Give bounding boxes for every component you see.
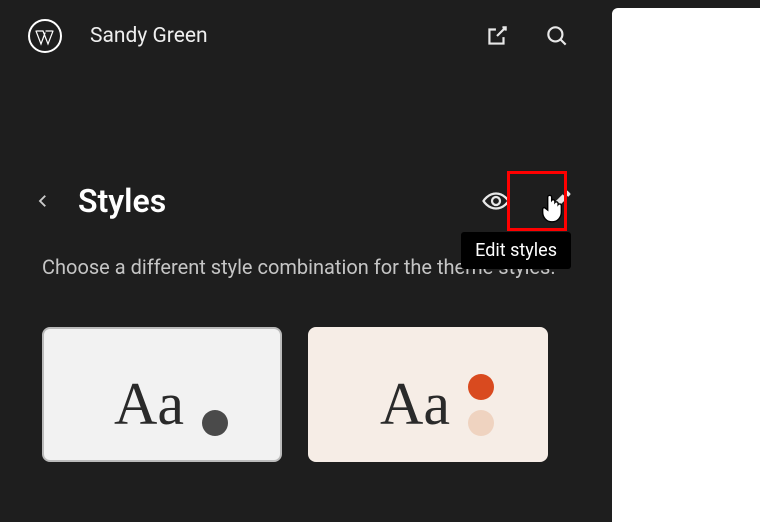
top-bar: Sandy Green — [0, 0, 606, 72]
style-variation-default[interactable]: Aa — [42, 327, 282, 462]
search-button[interactable] — [536, 15, 578, 57]
color-swatch — [468, 410, 494, 436]
edit-styles-button[interactable] — [539, 180, 581, 222]
view-site-button[interactable] — [476, 15, 518, 57]
wordpress-logo-icon[interactable] — [28, 19, 62, 53]
site-title: Sandy Green — [90, 24, 208, 48]
canvas-preview[interactable] — [612, 8, 760, 522]
style-book-button[interactable] — [475, 180, 517, 222]
color-swatch — [468, 374, 494, 400]
header-actions: Edit styles — [475, 180, 581, 222]
typography-sample: Aa — [380, 370, 450, 439]
color-swatch — [202, 374, 228, 400]
color-swatch — [202, 410, 228, 436]
typography-sample: Aa — [114, 370, 184, 439]
styles-sidebar: Sandy Green Styles — [0, 0, 606, 514]
panel-title: Styles — [78, 182, 166, 220]
style-variations: Aa Aa — [0, 327, 606, 462]
edit-styles-tooltip: Edit styles — [461, 232, 571, 269]
panel-header: Styles Edit styles — [0, 182, 606, 220]
style-variation-alt[interactable]: Aa — [308, 327, 548, 462]
back-button[interactable] — [28, 186, 58, 216]
